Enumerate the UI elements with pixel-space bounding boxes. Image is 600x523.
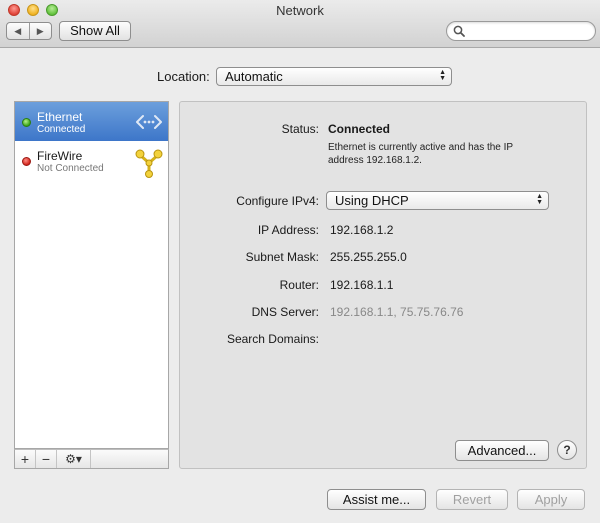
status-indicator-red	[22, 157, 31, 166]
search-domains-label: Search Domains:	[226, 332, 319, 346]
remove-service-button[interactable]: −	[36, 450, 57, 468]
ethernet-icon	[136, 115, 162, 129]
service-status: Not Connected	[37, 163, 104, 174]
window-title: Network	[276, 3, 324, 18]
router-label: Router:	[279, 278, 319, 292]
assist-me-button[interactable]: Assist me...	[327, 489, 426, 510]
popup-arrows-icon: ▲ ▼	[439, 69, 446, 82]
popup-arrows-icon: ▲ ▼	[536, 193, 543, 206]
service-item-ethernet[interactable]: Ethernet Connected	[15, 102, 168, 141]
add-service-button[interactable]: +	[15, 450, 36, 468]
revert-button[interactable]: Revert	[436, 489, 508, 510]
ip-address-value: 192.168.1.2	[330, 223, 394, 237]
search-field[interactable]	[446, 21, 596, 41]
back-arrow-icon[interactable]: ◀	[7, 23, 30, 39]
service-name: Ethernet	[37, 110, 83, 124]
subnet-mask-label: Subnet Mask:	[245, 250, 319, 264]
advanced-button[interactable]: Advanced...	[455, 440, 549, 461]
firewire-icon	[135, 149, 163, 178]
service-item-firewire[interactable]: FireWire Not Connected	[15, 141, 168, 180]
location-label: Location:	[157, 69, 210, 84]
subnet-mask-value: 255.255.255.0	[330, 250, 407, 264]
service-status: Connected	[37, 124, 86, 135]
search-icon	[453, 25, 465, 37]
status-description: Ethernet is currently active and has the…	[328, 142, 513, 166]
forward-arrow-icon[interactable]: ▶	[30, 23, 52, 39]
dns-server-label: DNS Server:	[251, 305, 319, 319]
dns-server-value: 192.168.1.1, 75.75.76.76	[330, 305, 464, 319]
router-value: 192.168.1.1	[330, 278, 394, 292]
configure-ipv4-label: Configure IPv4:	[236, 194, 319, 208]
apply-button[interactable]: Apply	[517, 489, 585, 510]
location-popup[interactable]: Automatic ▲ ▼	[216, 67, 452, 86]
configure-ipv4-value: Using DHCP	[335, 193, 409, 208]
help-button[interactable]: ?	[557, 440, 577, 460]
service-list: Ethernet Connected FireWire Not Connecte…	[14, 101, 169, 449]
service-list-toolbar: + − ⚙▾	[14, 449, 169, 469]
show-all-button[interactable]: Show All	[59, 21, 131, 41]
configure-ipv4-popup[interactable]: Using DHCP ▲ ▼	[326, 191, 549, 210]
back-forward-control: ◀ ▶	[6, 22, 52, 40]
action-gear-button[interactable]: ⚙▾	[57, 450, 91, 468]
service-name: FireWire	[37, 149, 83, 163]
status-label: Status:	[281, 122, 319, 136]
ip-address-label: IP Address:	[257, 223, 319, 237]
status-indicator-green	[22, 118, 31, 127]
title-bar: Network ◀ ▶ Show All	[0, 0, 600, 48]
status-value: Connected	[328, 122, 391, 136]
location-value: Automatic	[225, 69, 283, 84]
